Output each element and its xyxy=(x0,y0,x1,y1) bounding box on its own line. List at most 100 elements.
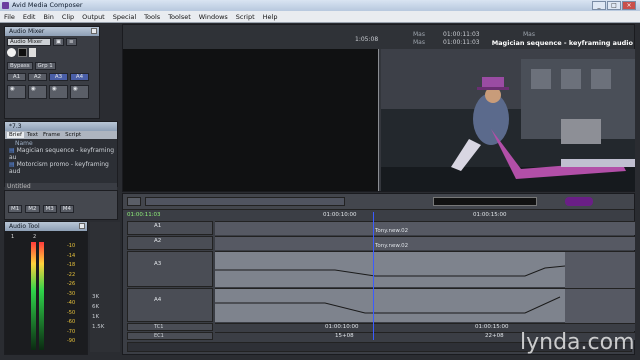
timeline-toolbar xyxy=(123,194,634,210)
meter-scale: -10 -14 -18 -22 -26 -30 -40 -50 -60 -70 -90 xyxy=(67,243,76,344)
mixer-mode-select[interactable]: Audio Mixer xyxy=(7,38,51,46)
mas-label: Mas xyxy=(523,31,535,38)
close-icon[interactable] xyxy=(91,28,97,34)
close-button[interactable]: × xyxy=(622,1,636,10)
minimize-button[interactable]: _ xyxy=(592,1,606,10)
source-timecode: 1:05:08 xyxy=(355,36,379,43)
timeline-menu-button[interactable] xyxy=(127,197,141,206)
mas-label: Mas xyxy=(413,39,425,46)
ruler-label: 01:00:10:00 xyxy=(323,212,357,218)
trash-icon[interactable] xyxy=(28,48,36,57)
side-label: 1.5K xyxy=(92,324,105,330)
bypass-button[interactable]: Bypass xyxy=(7,62,33,70)
bin-item[interactable]: ▤ Magician sequence - keyframing au xyxy=(7,147,115,161)
bin-tab-text[interactable]: Text xyxy=(25,132,40,138)
lynda-watermark: lynda.com xyxy=(520,330,635,355)
pan-knob-a4[interactable]: ◉ xyxy=(70,85,89,99)
app-logo-icon xyxy=(2,2,9,9)
tc-value: 15+08 xyxy=(335,333,354,339)
track-a2-area[interactable]: Tony.new.02 xyxy=(215,236,635,250)
bin-tab-frame[interactable]: Frame xyxy=(41,132,62,138)
composer-monitor: 1:05:08 Mas Mas 01:00:11:03 01:00:11:03 … xyxy=(122,24,635,192)
track-a1-area[interactable]: Tony.new.02 xyxy=(215,221,635,235)
clip-label: Tony.new.02 xyxy=(375,243,409,249)
mas-label: Mas xyxy=(413,31,425,38)
menu-edit[interactable]: Edit xyxy=(19,11,40,23)
track-header-a2[interactable]: A2 xyxy=(127,236,213,250)
gain-label-m2: M2 xyxy=(25,205,40,213)
side-label: 6K xyxy=(92,304,100,310)
menu-toolset[interactable]: Toolset xyxy=(164,11,195,23)
stop-icon[interactable] xyxy=(17,48,27,57)
gain-label-m3: M3 xyxy=(42,205,57,213)
audio-tool-title: Audio Tool xyxy=(5,222,87,231)
menu-bin[interactable]: Bin xyxy=(39,11,57,23)
track-a4-area[interactable] xyxy=(215,288,635,323)
avid-logo-icon xyxy=(565,197,593,206)
timeline-scale-slider[interactable] xyxy=(433,197,537,206)
timeline-current-timecode: 01:00:11:03 xyxy=(127,212,161,218)
track-header-a4[interactable]: A4 xyxy=(127,288,213,322)
menu-output[interactable]: Output xyxy=(78,11,109,23)
monitor-header: 1:05:08 Mas Mas 01:00:11:03 01:00:11:03 … xyxy=(123,25,634,49)
gain-strip: M1 M2 M3 M4 xyxy=(4,190,118,220)
side-label-column: 3K 6K 1K 1.5K xyxy=(90,222,120,352)
menu-tools[interactable]: Tools xyxy=(140,11,164,23)
audio-mixer-title: Audio Mixer xyxy=(5,27,99,36)
track-header-a1[interactable]: A1 xyxy=(127,221,213,235)
record-icon[interactable] xyxy=(7,48,16,57)
bin-column-header: Name xyxy=(15,140,33,147)
bin-item[interactable]: ▤ Motorcism promo - keyframing aud xyxy=(7,161,115,175)
audio-meter-2 xyxy=(39,242,44,350)
gain-label-m1: M1 xyxy=(8,205,23,213)
ruler-label: 01:00:15:00 xyxy=(473,212,507,218)
mixer-track-a3[interactable]: A3 xyxy=(49,73,68,81)
side-label: 1K xyxy=(92,314,100,320)
mixer-track-a4[interactable]: A4 xyxy=(70,73,89,81)
mixer-track-a2[interactable]: A2 xyxy=(28,73,47,81)
menu-special[interactable]: Special xyxy=(109,11,140,23)
position-indicator[interactable] xyxy=(373,212,374,340)
bin-title: *7.3 xyxy=(5,122,117,131)
close-icon[interactable] xyxy=(79,223,85,229)
bin-tab-script[interactable]: Script xyxy=(63,132,83,138)
audio-meter-1 xyxy=(31,242,36,350)
mixer-track-a1[interactable]: A1 xyxy=(7,73,26,81)
menu-file[interactable]: File xyxy=(0,11,19,23)
mixer-settings-button[interactable]: ▣ xyxy=(52,38,65,46)
window-title: Avid Media Composer xyxy=(12,1,83,9)
audio-mixer-panel: Audio Mixer Audio Mixer ▣ ≡ Bypass Grp 1… xyxy=(4,26,100,119)
record-viewer[interactable] xyxy=(381,49,635,191)
source-viewer[interactable] xyxy=(123,49,379,191)
avid-app: Avid Media Composer _ □ × File Edit Bin Cli… xyxy=(0,0,640,360)
maximize-button[interactable]: □ xyxy=(607,1,621,10)
tc-value: 01:00:10:00 xyxy=(325,324,359,330)
bin-tab-brief[interactable]: Brief xyxy=(7,132,24,138)
tc-value: 22+08 xyxy=(485,333,504,339)
pan-knob-a2[interactable]: ◉ xyxy=(28,85,47,99)
group-select[interactable]: Grp 1 xyxy=(34,62,56,70)
pan-knob-a1[interactable]: ◉ xyxy=(7,85,26,99)
menu-clip[interactable]: Clip xyxy=(58,11,78,23)
meter-channel-1: 1 xyxy=(11,234,15,240)
menu-windows[interactable]: Windows xyxy=(195,11,232,23)
bin-panel: *7.3 Brief Text Frame Script Name ▤ Magi… xyxy=(4,121,118,191)
audio-tool-panel: Audio Tool 1 2 -10 -14 -18 -22 -26 -30 -40 -50-… xyxy=(4,221,88,355)
side-label: 3K xyxy=(92,294,100,300)
track-header-ec1: EC1 xyxy=(127,332,213,340)
track-header-a3[interactable]: A3 xyxy=(127,251,213,287)
video-frame-image xyxy=(381,49,635,191)
meter-channel-2: 2 xyxy=(33,234,37,240)
mixer-menu-button[interactable]: ≡ xyxy=(66,38,77,46)
menu-help[interactable]: Help xyxy=(259,11,282,23)
tc-value: 01:00:15:00 xyxy=(475,324,509,330)
menu-bar: File Edit Bin Clip Output Special Tools Toolset… xyxy=(0,11,640,23)
sequence-name: Magician sequence - keyframing audio xyxy=(491,39,633,47)
menu-script[interactable]: Script xyxy=(232,11,259,23)
timeline-button-bar[interactable] xyxy=(145,197,345,206)
waveform-a3 xyxy=(215,252,635,288)
gain-label-m4: M4 xyxy=(59,205,74,213)
pan-knob-a3[interactable]: ◉ xyxy=(49,85,68,99)
track-header-tc1: TC1 xyxy=(127,323,213,331)
track-a3-area[interactable] xyxy=(215,251,635,288)
